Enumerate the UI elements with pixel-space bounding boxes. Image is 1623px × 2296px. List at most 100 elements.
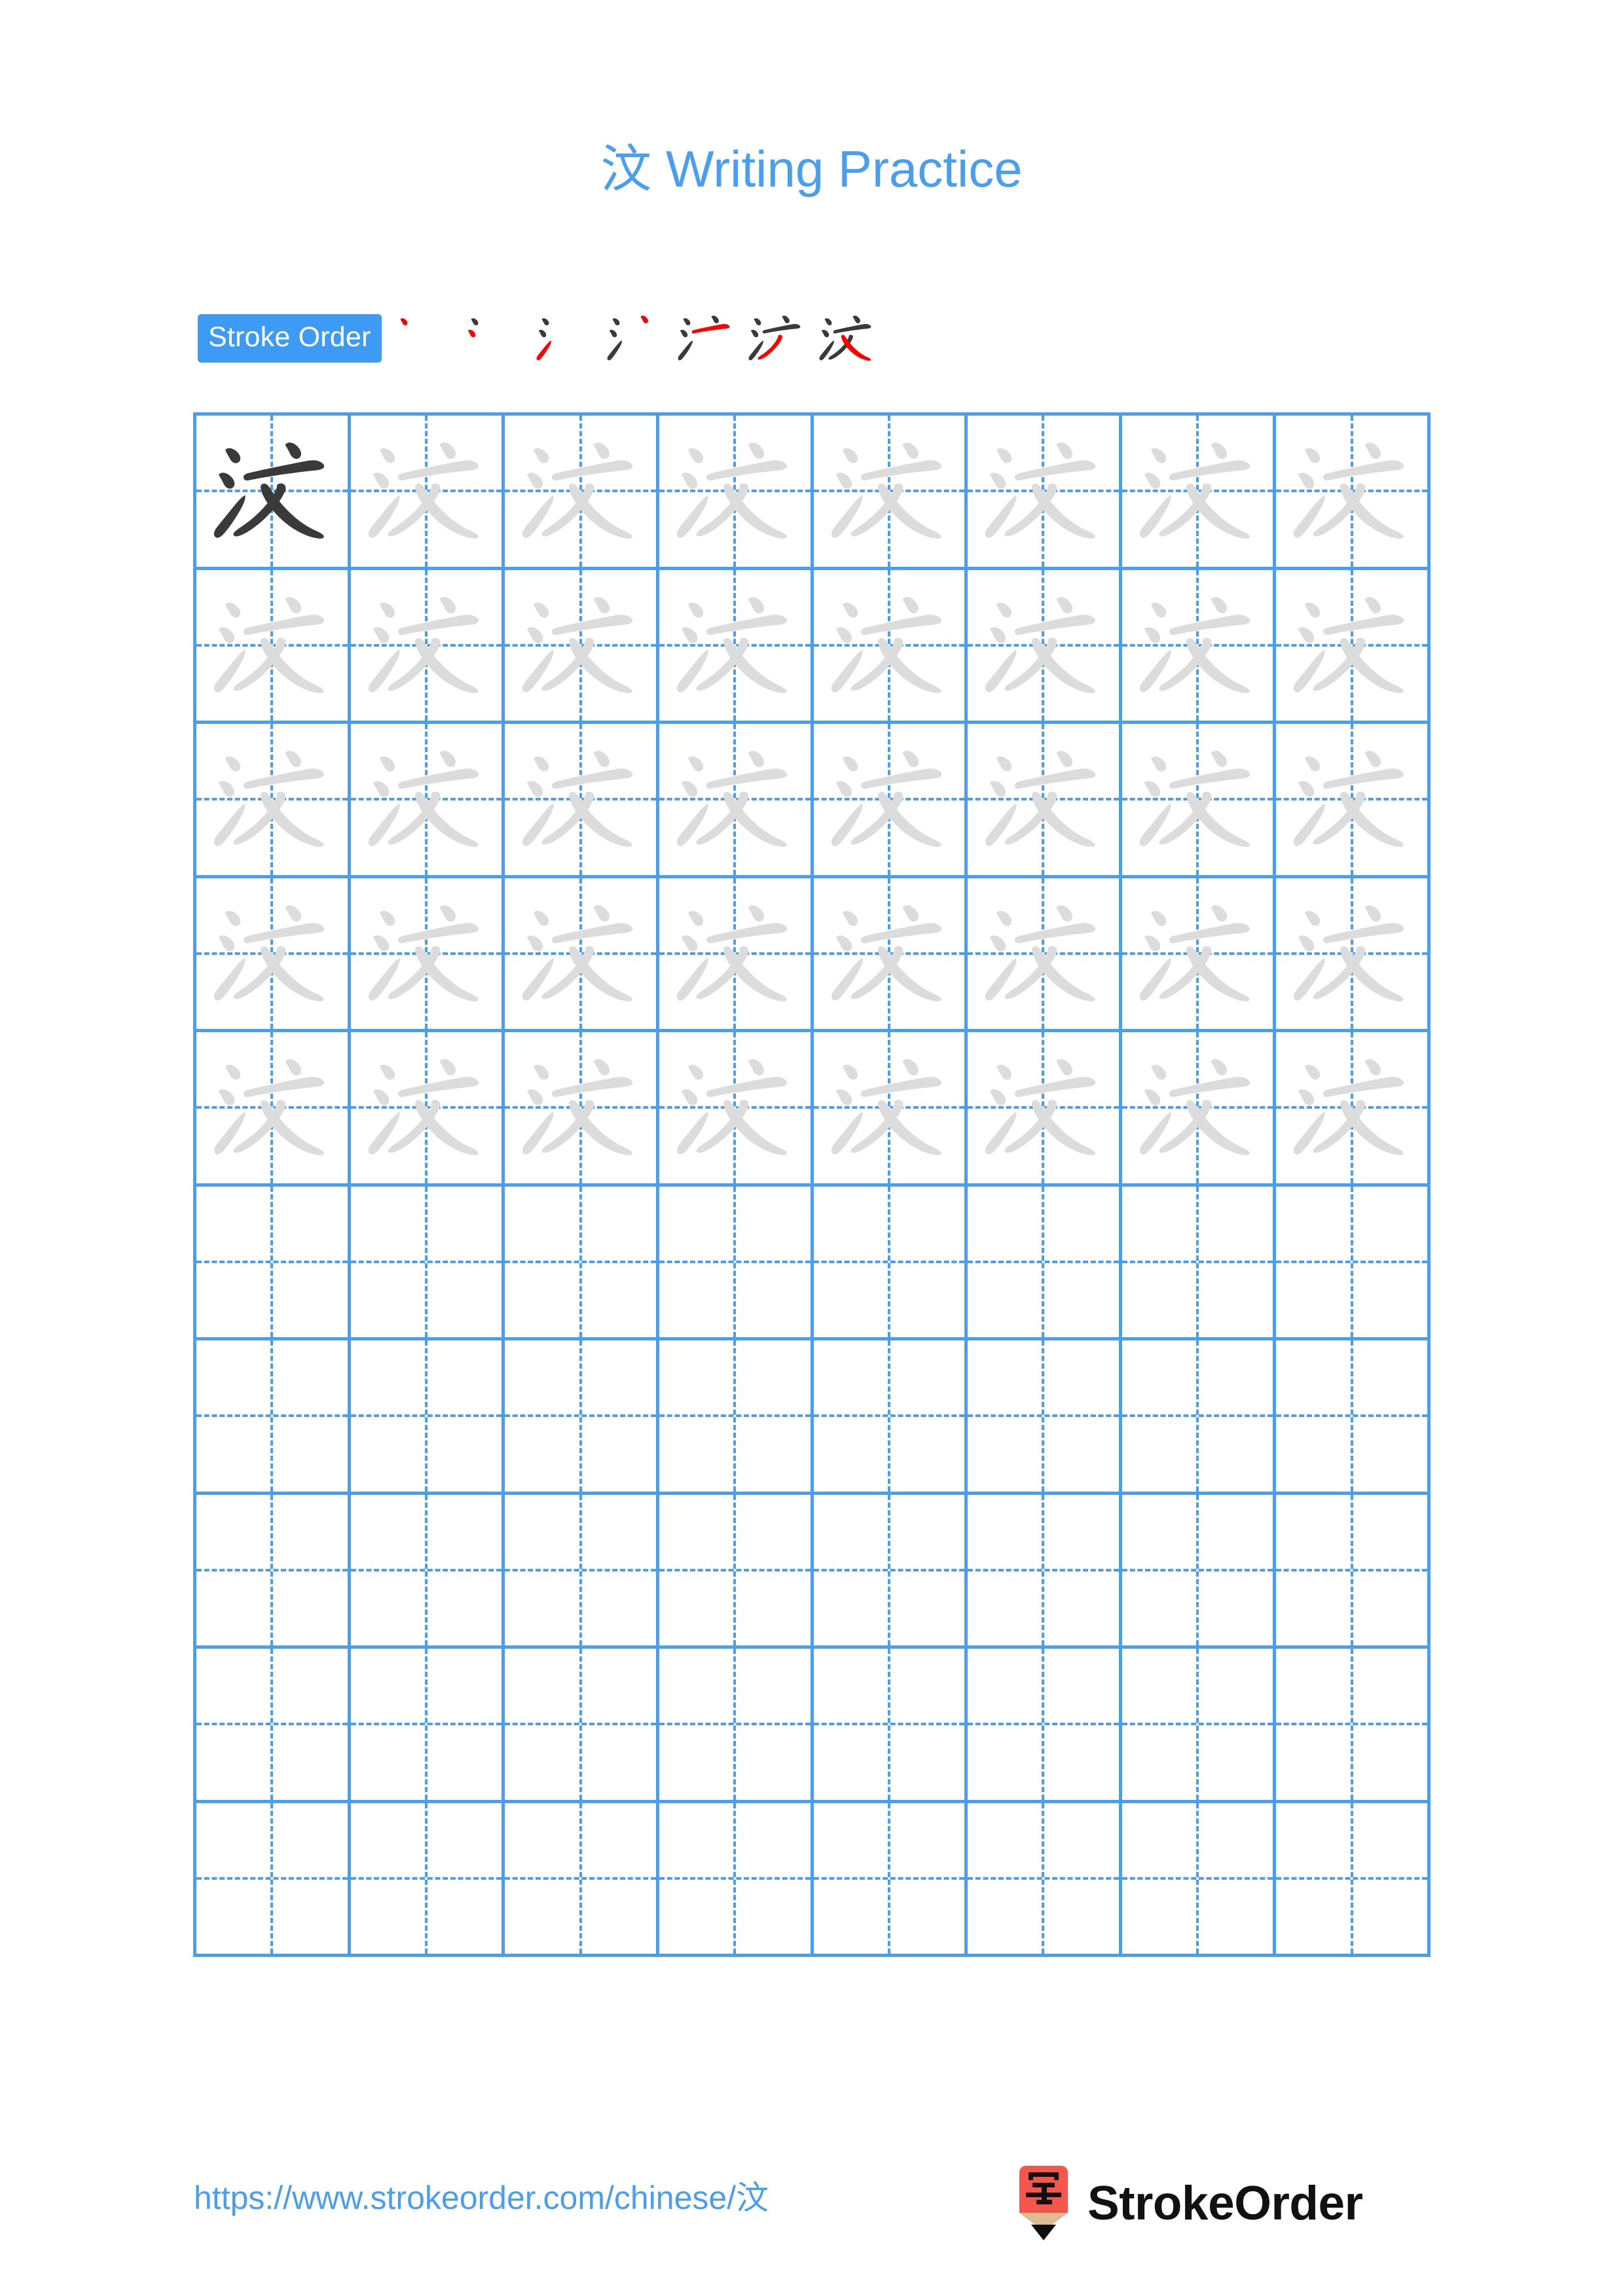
practice-cell-traced[interactable] bbox=[1122, 724, 1277, 878]
practice-cell-empty[interactable] bbox=[659, 1649, 814, 1803]
practice-cell-empty[interactable] bbox=[659, 1186, 814, 1340]
traced-character-glyph bbox=[1276, 1032, 1427, 1183]
page-title-character: 汶 bbox=[600, 140, 652, 200]
practice-cell-traced[interactable] bbox=[1276, 1032, 1431, 1187]
practice-cell-empty[interactable] bbox=[505, 1803, 659, 1957]
practice-cell-traced[interactable] bbox=[1276, 878, 1431, 1032]
traced-character-glyph bbox=[505, 416, 656, 567]
practice-cell-empty[interactable] bbox=[350, 1186, 505, 1340]
practice-cell-empty[interactable] bbox=[813, 1494, 968, 1649]
traced-character-glyph bbox=[1276, 416, 1427, 567]
traced-character-glyph bbox=[659, 570, 811, 721]
practice-cell-empty[interactable] bbox=[1276, 1494, 1431, 1649]
practice-cell-solid[interactable] bbox=[196, 416, 351, 570]
practice-cell-traced[interactable] bbox=[350, 724, 505, 878]
traced-character-glyph bbox=[351, 416, 502, 567]
traced-character-glyph bbox=[1122, 878, 1273, 1030]
practice-cell-empty[interactable] bbox=[350, 1649, 505, 1803]
practice-cell-empty[interactable] bbox=[659, 1803, 814, 1957]
practice-cell-traced[interactable] bbox=[813, 724, 968, 878]
practice-cell-empty[interactable] bbox=[968, 1186, 1122, 1340]
practice-cell-empty[interactable] bbox=[1122, 1340, 1277, 1495]
practice-cell-traced[interactable] bbox=[813, 1032, 968, 1187]
practice-cell-empty[interactable] bbox=[350, 1803, 505, 1957]
practice-cell-traced[interactable] bbox=[505, 724, 659, 878]
traced-character-glyph bbox=[505, 724, 656, 875]
practice-cell-traced[interactable] bbox=[505, 416, 659, 570]
brand-name: StrokeOrder bbox=[1087, 2176, 1363, 2230]
practice-cell-empty[interactable] bbox=[1122, 1186, 1277, 1340]
practice-cell-empty[interactable] bbox=[968, 1494, 1122, 1649]
practice-cell-empty[interactable] bbox=[505, 1186, 659, 1340]
traced-character-glyph bbox=[968, 724, 1119, 875]
practice-cell-empty[interactable] bbox=[505, 1649, 659, 1803]
practice-cell-empty[interactable] bbox=[813, 1186, 968, 1340]
traced-character-glyph bbox=[814, 878, 965, 1030]
practice-cell-traced[interactable] bbox=[813, 569, 968, 724]
practice-cell-traced[interactable] bbox=[505, 878, 659, 1032]
traced-character-glyph bbox=[1122, 724, 1273, 875]
practice-cell-empty[interactable] bbox=[1122, 1494, 1277, 1649]
practice-cell-empty[interactable] bbox=[968, 1803, 1122, 1957]
practice-cell-traced[interactable] bbox=[659, 569, 814, 724]
traced-character-glyph bbox=[968, 570, 1119, 721]
practice-cell-empty[interactable] bbox=[505, 1340, 659, 1495]
practice-cell-empty[interactable] bbox=[1276, 1803, 1431, 1957]
practice-cell-traced[interactable] bbox=[659, 724, 814, 878]
practice-cell-empty[interactable] bbox=[1122, 1803, 1277, 1957]
traced-character-glyph bbox=[968, 416, 1119, 567]
traced-character-glyph bbox=[659, 724, 811, 875]
brand-logo[interactable]: StrokeOrder bbox=[1017, 2164, 1363, 2242]
practice-cell-traced[interactable] bbox=[813, 416, 968, 570]
practice-cell-traced[interactable] bbox=[659, 878, 814, 1032]
practice-cell-empty[interactable] bbox=[505, 1494, 659, 1649]
practice-cell-traced[interactable] bbox=[659, 1032, 814, 1187]
traced-character-glyph bbox=[505, 1032, 656, 1183]
source-url-link[interactable]: https://www.strokeorder.com/chinese/汶 bbox=[194, 2178, 769, 2217]
practice-cell-traced[interactable] bbox=[1276, 569, 1431, 724]
practice-cell-empty[interactable] bbox=[196, 1340, 351, 1495]
practice-cell-empty[interactable] bbox=[1276, 1186, 1431, 1340]
practice-cell-traced[interactable] bbox=[968, 724, 1122, 878]
practice-cell-traced[interactable] bbox=[968, 416, 1122, 570]
practice-cell-traced[interactable] bbox=[350, 1032, 505, 1187]
practice-cell-empty[interactable] bbox=[196, 1649, 351, 1803]
practice-cell-traced[interactable] bbox=[968, 1032, 1122, 1187]
practice-cell-empty[interactable] bbox=[1276, 1340, 1431, 1495]
practice-cell-traced[interactable] bbox=[505, 1032, 659, 1187]
practice-cell-traced[interactable] bbox=[659, 416, 814, 570]
practice-cell-traced[interactable] bbox=[1122, 416, 1277, 570]
practice-cell-traced[interactable] bbox=[1122, 569, 1277, 724]
practice-cell-empty[interactable] bbox=[813, 1803, 968, 1957]
practice-cell-traced[interactable] bbox=[350, 416, 505, 570]
practice-cell-empty[interactable] bbox=[659, 1340, 814, 1495]
practice-cell-traced[interactable] bbox=[968, 569, 1122, 724]
practice-cell-traced[interactable] bbox=[196, 878, 351, 1032]
practice-cell-traced[interactable] bbox=[968, 878, 1122, 1032]
practice-cell-empty[interactable] bbox=[196, 1494, 351, 1649]
practice-cell-empty[interactable] bbox=[196, 1186, 351, 1340]
practice-cell-traced[interactable] bbox=[1276, 416, 1431, 570]
practice-cell-empty[interactable] bbox=[968, 1340, 1122, 1495]
practice-cell-traced[interactable] bbox=[350, 569, 505, 724]
practice-cell-empty[interactable] bbox=[350, 1340, 505, 1495]
traced-character-glyph bbox=[196, 1032, 348, 1183]
practice-cell-empty[interactable] bbox=[350, 1494, 505, 1649]
practice-cell-traced[interactable] bbox=[196, 569, 351, 724]
practice-cell-empty[interactable] bbox=[196, 1803, 351, 1957]
practice-cell-empty[interactable] bbox=[1276, 1649, 1431, 1803]
practice-cell-traced[interactable] bbox=[196, 1032, 351, 1187]
practice-cell-traced[interactable] bbox=[505, 569, 659, 724]
practice-cell-empty[interactable] bbox=[659, 1494, 814, 1649]
practice-cell-empty[interactable] bbox=[968, 1649, 1122, 1803]
practice-cell-empty[interactable] bbox=[813, 1649, 968, 1803]
practice-cell-traced[interactable] bbox=[1122, 1032, 1277, 1187]
practice-cell-traced[interactable] bbox=[813, 878, 968, 1032]
practice-cell-traced[interactable] bbox=[1276, 724, 1431, 878]
traced-character-glyph bbox=[968, 878, 1119, 1030]
practice-cell-traced[interactable] bbox=[196, 724, 351, 878]
practice-cell-traced[interactable] bbox=[350, 878, 505, 1032]
practice-cell-empty[interactable] bbox=[813, 1340, 968, 1495]
practice-cell-empty[interactable] bbox=[1122, 1649, 1277, 1803]
practice-cell-traced[interactable] bbox=[1122, 878, 1277, 1032]
